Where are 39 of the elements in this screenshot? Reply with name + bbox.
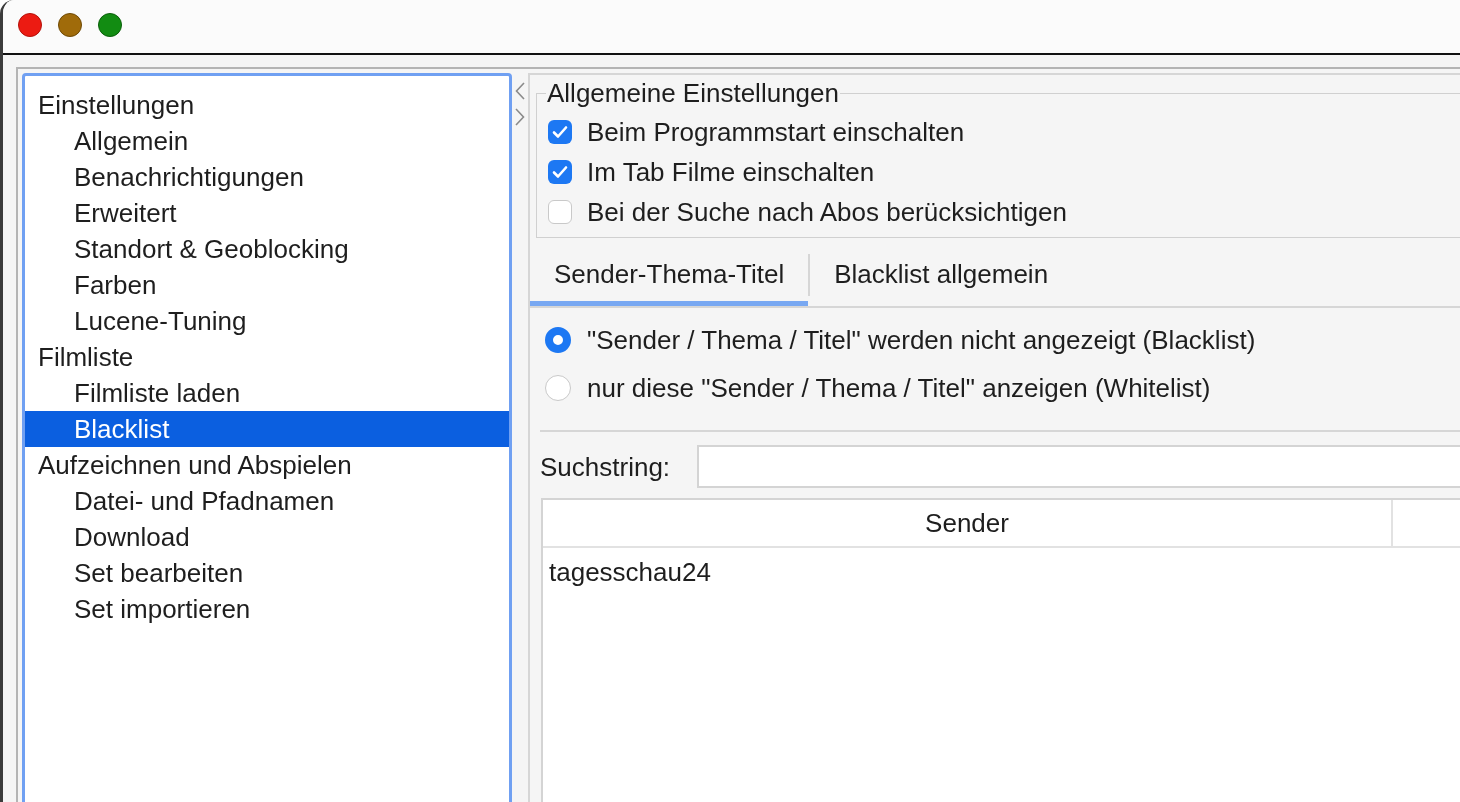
- close-button[interactable]: [18, 13, 42, 37]
- checkbox-label: Beim Programmstart einschalten: [587, 117, 965, 147]
- chevron-left-icon[interactable]: [515, 82, 525, 100]
- tab[interactable]: Sender-Thema-Titel: [530, 243, 809, 306]
- column-header[interactable]: Sender: [543, 500, 1393, 546]
- search-label: Suchstring:: [540, 451, 671, 482]
- checkbox-label: Bei der Suche nach Abos berücksichtigen: [587, 197, 1067, 227]
- tree-item[interactable]: Lucene-Tuning: [25, 303, 509, 339]
- tree-item[interactable]: Filmliste: [25, 339, 509, 375]
- minimize-button[interactable]: [58, 13, 82, 37]
- check-icon: [552, 165, 568, 179]
- tree-item[interactable]: Benachrichtigungen: [25, 159, 509, 195]
- table-cell-text: tagesschau24: [548, 557, 712, 587]
- tree-item[interactable]: Einstellungen: [25, 87, 509, 123]
- radio-button[interactable]: [545, 375, 571, 401]
- tab[interactable]: Blacklist allgemein: [810, 243, 1073, 306]
- tree-item[interactable]: Erweitert: [25, 195, 509, 231]
- zoom-button[interactable]: [98, 13, 122, 37]
- tree-item[interactable]: Download: [25, 519, 509, 555]
- checkbox-label: Im Tab Filme einschalten: [587, 157, 875, 187]
- tree-item[interactable]: Filmliste laden: [25, 375, 509, 411]
- search-field[interactable]: [697, 445, 1460, 488]
- radio-button[interactable]: [545, 327, 571, 353]
- checkbox[interactable]: [548, 120, 572, 144]
- radio-label: "Sender / Thema / Titel" werden nicht angezeigt (Blacklist): [587, 325, 1256, 355]
- tree-item[interactable]: Allgemein: [25, 123, 509, 159]
- tree-item[interactable]: Set bearbeiten: [25, 555, 509, 591]
- checkbox[interactable]: [548, 160, 572, 184]
- tree-item[interactable]: Standort & Geoblocking: [25, 231, 509, 267]
- tree-item[interactable]: Blacklist: [25, 411, 509, 447]
- chevron-right-icon[interactable]: [515, 108, 525, 126]
- group-title: Allgemeine Einstellungen: [546, 78, 840, 108]
- tree-item[interactable]: Farben: [25, 267, 509, 303]
- tree-item[interactable]: Aufzeichnen und Abspielen: [25, 447, 509, 483]
- radio-label: nur diese "Sender / Thema / Titel" anzeigen (Whitelist): [587, 373, 1211, 403]
- checkbox[interactable]: [548, 200, 572, 224]
- tree-item[interactable]: Set importieren: [25, 591, 509, 627]
- check-icon: [552, 125, 568, 139]
- tree-item[interactable]: Datei- und Pfadnamen: [25, 483, 509, 519]
